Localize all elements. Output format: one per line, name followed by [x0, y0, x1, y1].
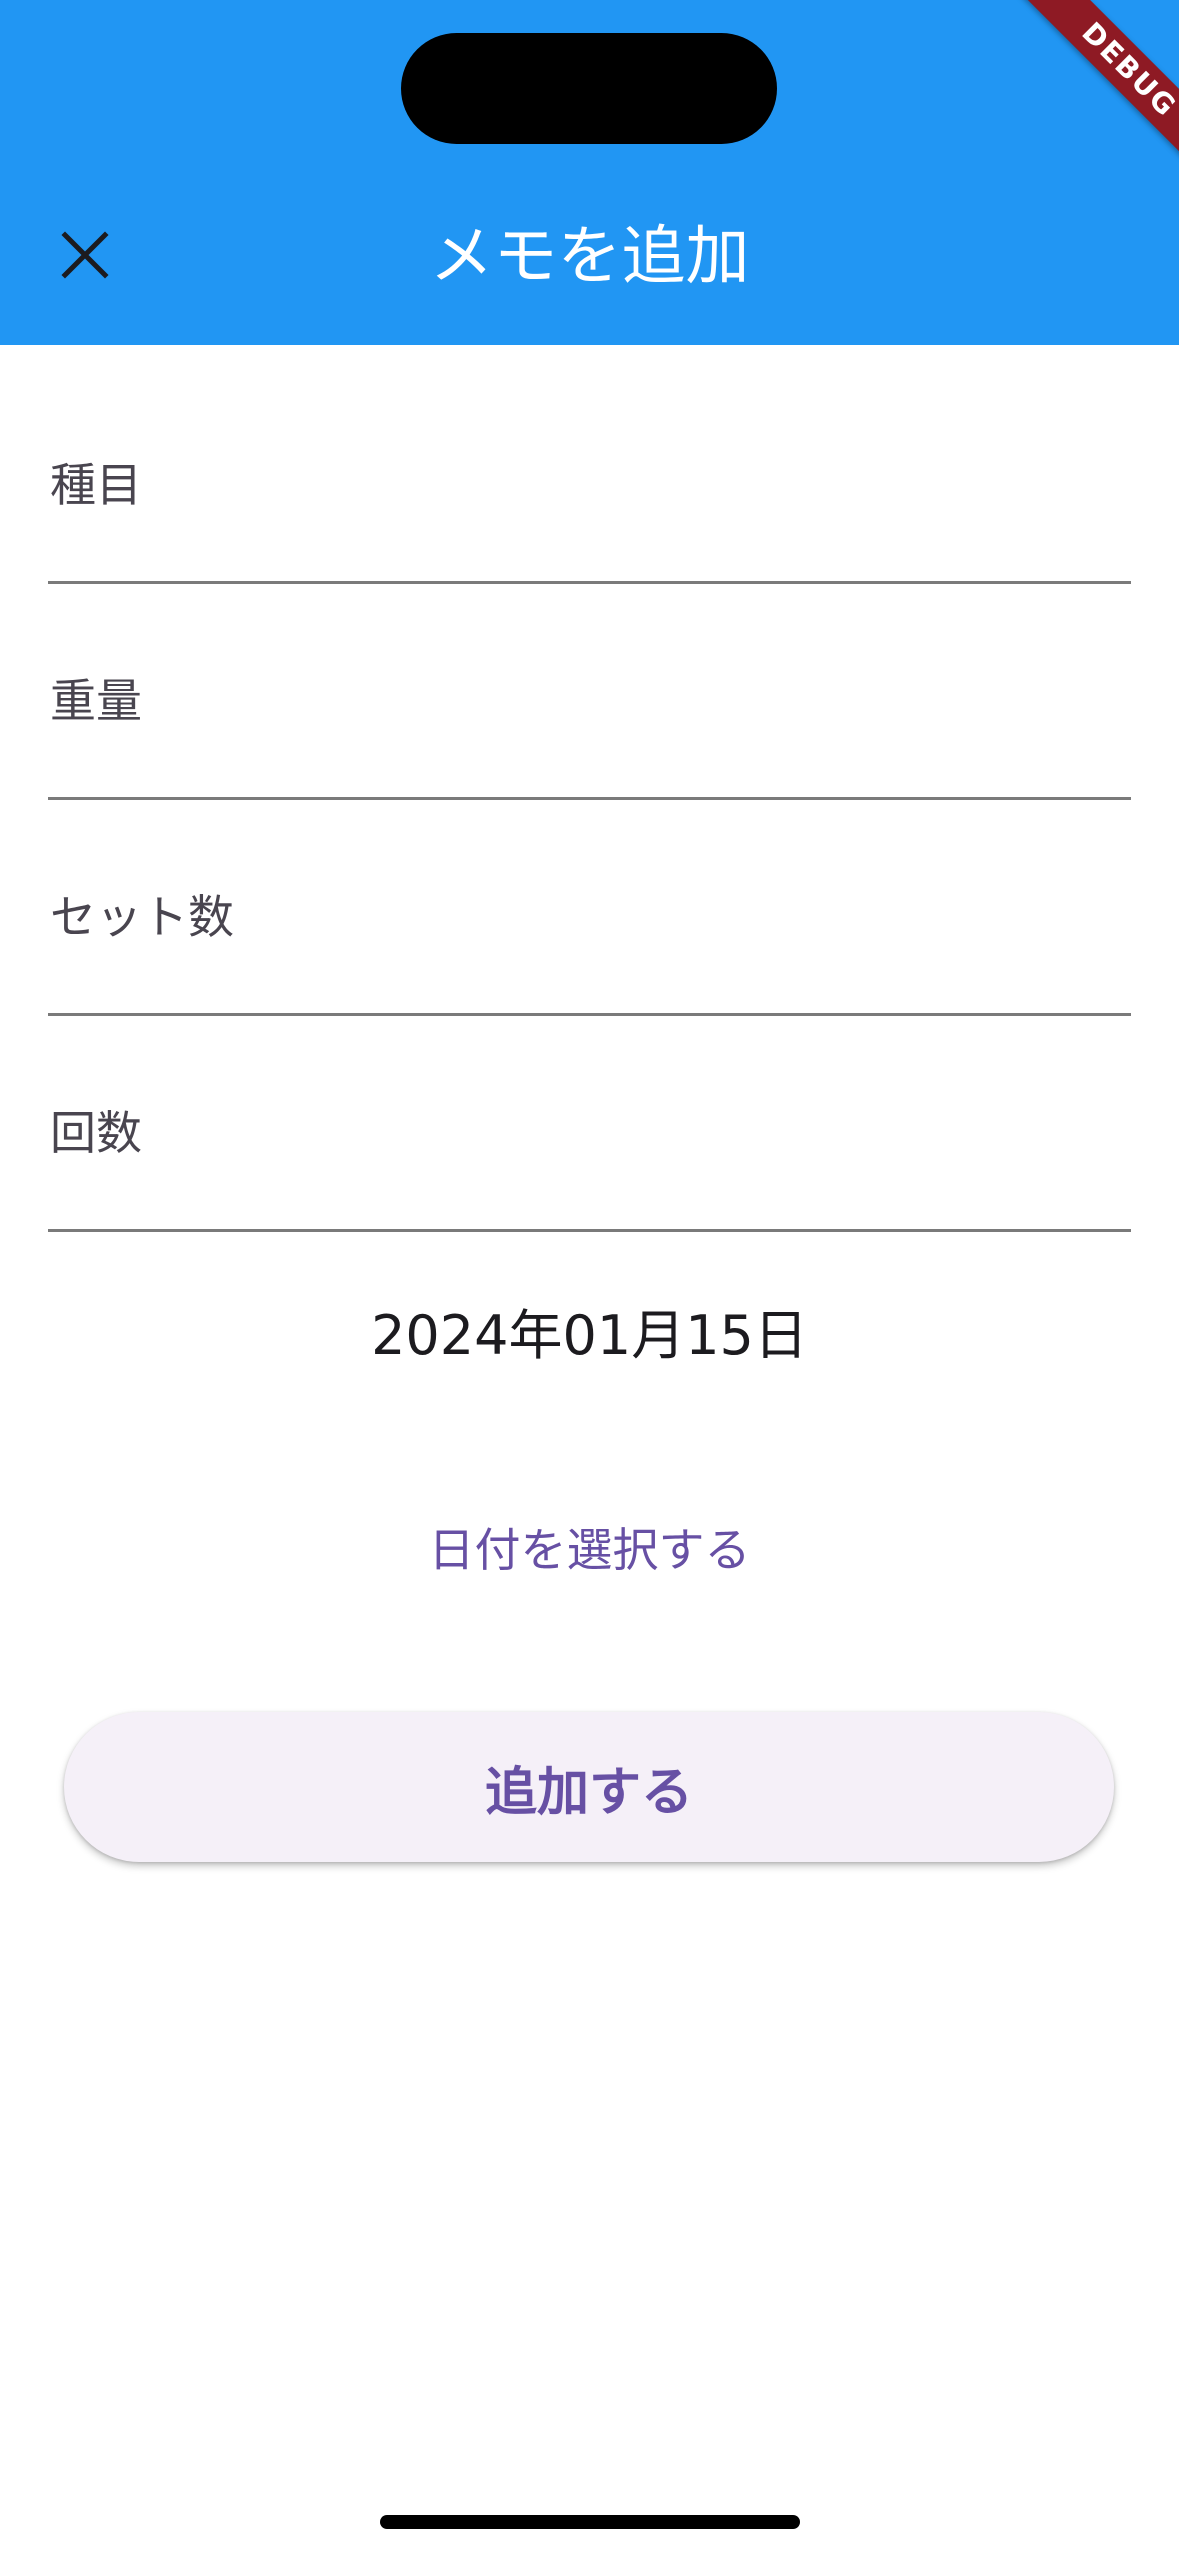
reps-field-underline	[48, 1229, 1131, 1232]
add-button[interactable]: 追加する	[64, 1712, 1114, 1862]
app-bar: メモを追加	[0, 0, 1179, 345]
pick-date-button[interactable]: 日付を選択する	[0, 1512, 1179, 1588]
exercise-field-underline	[48, 581, 1131, 584]
reps-field-label: 回数	[50, 1106, 142, 1160]
reps-field[interactable]: 回数	[48, 1103, 1131, 1303]
sets-field-label: セット数	[50, 890, 234, 944]
weight-field[interactable]: 重量	[48, 671, 1131, 871]
home-indicator[interactable]	[380, 2515, 800, 2529]
selected-date: 2024年01月15日	[371, 1304, 808, 1367]
sets-field[interactable]: セット数	[48, 887, 1131, 1087]
add-button-label: 追加する	[484, 1762, 693, 1823]
weight-field-underline	[48, 797, 1131, 800]
exercise-field-label: 種目	[50, 458, 142, 512]
weight-field-label: 重量	[50, 674, 142, 728]
sets-field-underline	[48, 1013, 1131, 1016]
add-memo-screen: メモを追加 DEBUG 種目 重量 セット数 回数 2024年01月15日 日付…	[0, 0, 1179, 2556]
dynamic-island	[401, 33, 777, 144]
exercise-field[interactable]: 種目	[48, 455, 1131, 655]
page-title: メモを追加	[429, 220, 750, 294]
